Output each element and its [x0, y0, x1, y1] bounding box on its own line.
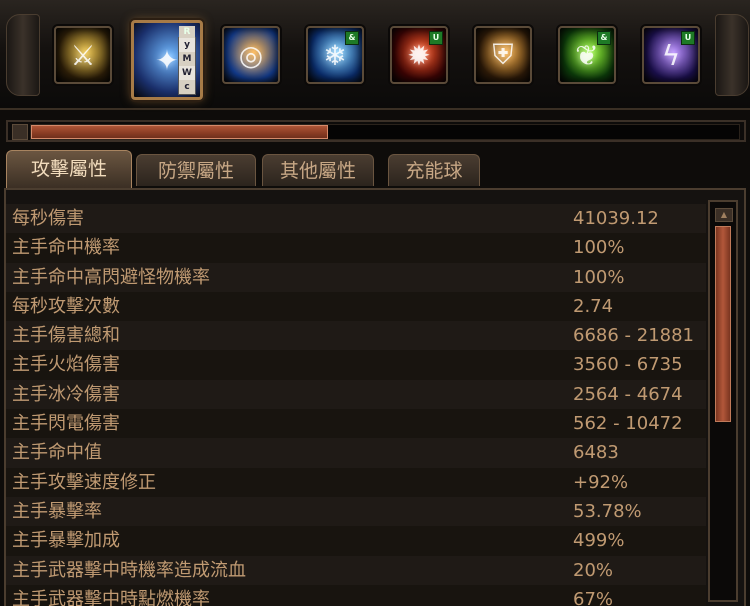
- orb-skill-icon: ◎: [238, 38, 264, 72]
- rune-option[interactable]: W: [179, 66, 195, 80]
- skill-bar: ⚔ ✦ Ry M Wc ◎ ❄ & ✹ U ⛨ ❦ & ϟ U: [0, 0, 750, 110]
- stat-value: 53.78%: [573, 500, 642, 522]
- skill-badge: U: [681, 31, 695, 45]
- stat-label: 主手暴擊加成: [12, 530, 120, 552]
- stat-value: 100%: [573, 237, 625, 259]
- skill-bar-left-ornament: [6, 14, 40, 96]
- skill-badge: U: [429, 31, 443, 45]
- stat-row: 主手閃電傷害 562 - 10472: [6, 409, 706, 439]
- stat-list-scrollbar[interactable]: ▲: [708, 200, 738, 602]
- stat-row: 主手武器擊中時點燃機率 67%: [6, 584, 706, 606]
- stat-value: 100%: [573, 266, 625, 288]
- stat-row: 主手暴擊率 53.78%: [6, 496, 706, 527]
- stat-row: 主手命中高閃避怪物機率 100%: [6, 262, 706, 292]
- stat-value: 67%: [573, 588, 614, 606]
- stat-row: 主手武器擊中時機率造成流血 20%: [6, 555, 706, 585]
- skill-bar-right-ornament: [715, 14, 749, 96]
- stat-value: 41039.12: [573, 208, 659, 229]
- stat-value: 6686 - 21881: [573, 325, 695, 347]
- stat-row: 主手攻擊速度修正 +92%: [6, 467, 706, 497]
- stat-value: 2.74: [573, 295, 614, 317]
- rune-option[interactable]: R: [179, 26, 195, 38]
- stat-label: 主手命中高閃避怪物機率: [12, 266, 210, 288]
- nature-skill-slot[interactable]: ❦ &: [558, 26, 616, 84]
- frost-skill-slot[interactable]: ❄ &: [306, 26, 364, 84]
- fire-skill-slot[interactable]: ✹ U: [390, 26, 448, 84]
- tab-charge-orbs[interactable]: 充能球: [388, 154, 480, 186]
- experience-bar-fill: [31, 125, 329, 139]
- experience-bar-ornament: [12, 124, 28, 140]
- armor-skill-slot[interactable]: ⛨: [474, 26, 532, 84]
- stat-value: 20%: [573, 559, 614, 581]
- tab-other[interactable]: 其他屬性: [262, 154, 374, 186]
- stat-label: 主手傷害總和: [12, 325, 120, 347]
- rune-option[interactable]: c: [179, 80, 195, 94]
- stat-label: 每秒攻擊次數: [12, 295, 120, 317]
- stat-list: 每秒傷害 41039.12 主手命中機率 100% 主手命中高閃避怪物機率 100% 每秒攻…: [6, 204, 706, 606]
- scrollbar-thumb[interactable]: [715, 226, 731, 422]
- stat-row: 主手暴擊加成 499%: [6, 526, 706, 556]
- stat-label: 主手命中機率: [12, 237, 120, 259]
- selected-skill-slot[interactable]: ✦ Ry M Wc: [131, 20, 203, 100]
- stat-label: 每秒傷害: [12, 208, 84, 229]
- scroll-up-icon[interactable]: ▲: [715, 208, 733, 222]
- attribute-panel: 每秒傷害 41039.12 主手命中機率 100% 主手命中高閃避怪物機率 100% 每秒攻…: [4, 188, 746, 606]
- tab-offense[interactable]: 攻擊屬性: [6, 150, 132, 188]
- stat-row: 主手命中機率 100%: [6, 233, 706, 263]
- stat-label: 主手火焰傷害: [12, 354, 120, 376]
- experience-bar-track: [30, 124, 740, 140]
- stat-label: 主手閃電傷害: [12, 413, 120, 435]
- stat-value: 499%: [573, 530, 625, 552]
- skill-badge: &: [597, 31, 611, 45]
- stat-value: +92%: [573, 471, 629, 493]
- stat-value: 2564 - 4674: [573, 383, 683, 405]
- stat-value: 3560 - 6735: [573, 354, 683, 376]
- stat-row: 主手冰冷傷害 2564 - 4674: [6, 379, 706, 410]
- experience-bar: [6, 120, 746, 142]
- stat-label: 主手攻擊速度修正: [12, 471, 156, 493]
- armor-skill-icon: ⛨: [492, 38, 514, 71]
- rune-option[interactable]: M: [179, 52, 195, 66]
- sword-skill-icon: ⚔: [70, 38, 96, 72]
- stat-row: 主手傷害總和 6686 - 21881: [6, 321, 706, 351]
- sword-skill-slot[interactable]: ⚔: [54, 26, 112, 84]
- stat-label: 主手暴擊率: [12, 500, 102, 522]
- stat-row: 主手火焰傷害 3560 - 6735: [6, 350, 706, 380]
- rune-selector[interactable]: RyMWc: [178, 26, 196, 95]
- attribute-tabs: 攻擊屬性 防禦屬性 其他屬性 充能球: [0, 150, 750, 188]
- orb-skill-slot[interactable]: ◎: [222, 26, 280, 84]
- stat-value: 6483: [573, 442, 619, 464]
- stat-label: 主手武器擊中時機率造成流血: [12, 559, 246, 581]
- stat-label: 主手冰冷傷害: [12, 383, 120, 405]
- stat-label: 主手武器擊中時點燃機率: [12, 588, 210, 606]
- stat-value: 562 - 10472: [573, 413, 683, 435]
- lightning-skill-slot[interactable]: ϟU: [642, 26, 700, 84]
- stat-row: 每秒傷害 41039.12: [6, 204, 706, 234]
- skill-badge: &: [345, 31, 359, 45]
- stat-label: 主手命中值: [12, 442, 102, 464]
- tab-defense[interactable]: 防禦屬性: [136, 154, 256, 186]
- stat-row: 每秒攻擊次數 2.74: [6, 291, 706, 322]
- stat-row: 主手命中值 6483: [6, 438, 706, 468]
- rune-option[interactable]: y: [179, 38, 195, 52]
